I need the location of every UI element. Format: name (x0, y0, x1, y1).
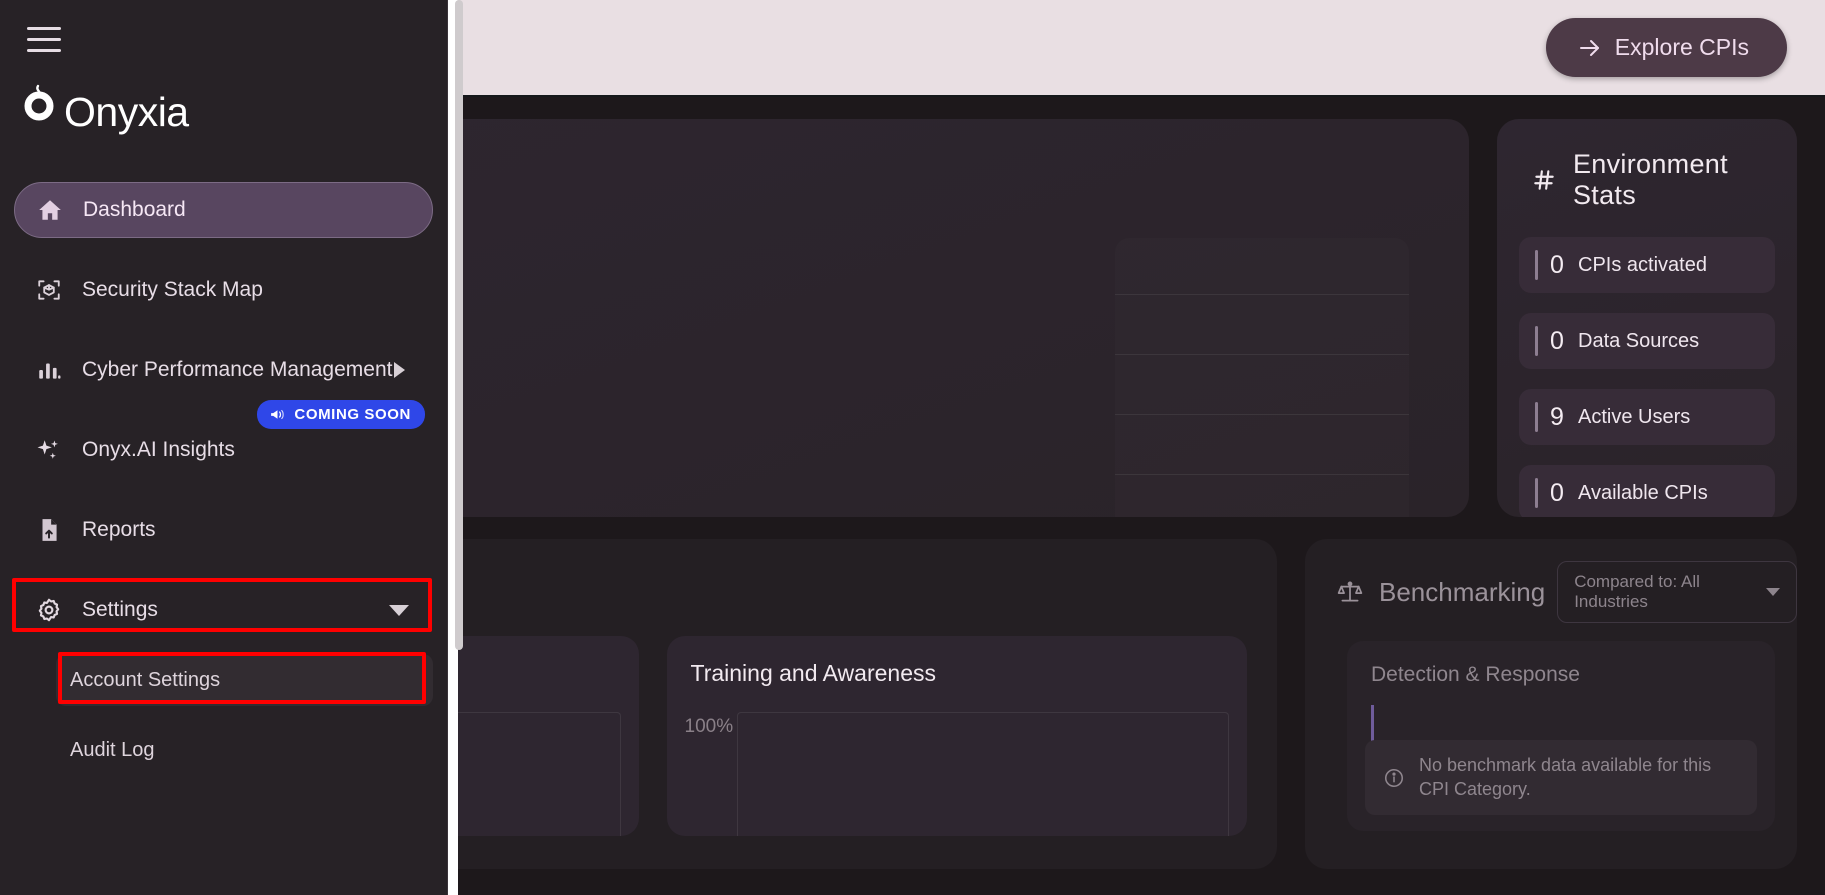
chevron-down-icon[interactable] (389, 604, 409, 616)
sidebar-item-cyber-performance-management[interactable]: Cyber Performance Management (14, 342, 433, 398)
chevron-right-icon[interactable] (394, 362, 405, 378)
hash-icon (1531, 167, 1557, 193)
trend-card: Training and Awareness 100% (666, 636, 1247, 836)
chevron-down-icon (1766, 588, 1780, 596)
sidebar-menu: Dashboard Security Stack Map Cyber Perfo… (0, 182, 447, 776)
benchmark-category-label: Detection & Response (1371, 663, 1580, 686)
benchmarking-section: Benchmarking Compared to: All Industries… (1305, 539, 1797, 869)
stat-row: 0 Available CPIs (1519, 465, 1775, 517)
explore-cpis-button[interactable]: Explore CPIs (1545, 18, 1787, 77)
brand-name: Onyxia (64, 89, 189, 135)
benchmarking-title: Benchmarking (1379, 576, 1546, 607)
stat-accent-bar (1535, 402, 1538, 432)
stat-value: 0 (1550, 250, 1564, 279)
stat-accent-bar (1535, 250, 1538, 280)
environment-stats-list: 0 CPIs activated 0 Data Sources 9 Active… (1497, 211, 1797, 517)
compared-to-select[interactable]: Compared to: All Industries (1557, 561, 1797, 623)
stat-value: 9 (1550, 402, 1564, 431)
benchmark-category-box: Detection & Response No benchmark data a… (1347, 641, 1775, 831)
stat-label: CPIs activated (1578, 253, 1707, 276)
stat-label: Active Users (1578, 405, 1691, 428)
sidebar-item-reports[interactable]: Reports (14, 502, 433, 558)
sidebar-subitem-account-settings[interactable]: Account Settings (56, 654, 433, 706)
sidebar-item-label: Settings (82, 598, 158, 621)
hamburger-menu-icon[interactable] (27, 27, 61, 53)
screen-root: a CPI Explore CPIs (0, 0, 1825, 895)
trend-axis-label: 100% (684, 716, 734, 737)
explore-cpis-label: Explore CPIs (1614, 34, 1749, 60)
sidebar-item-label: Security Stack Map (82, 278, 263, 301)
sidebar-navigation: Onyxia Dashboard Security Stack Map Cybe… (0, 0, 448, 895)
info-circle-icon (1383, 767, 1405, 789)
sidebar-scrollbar[interactable] (455, 0, 463, 650)
sidebar-item-settings[interactable]: Settings (14, 582, 433, 638)
sparkles-icon (36, 437, 62, 463)
stat-row: 9 Active Users (1519, 389, 1775, 445)
cube-scan-icon (36, 277, 62, 303)
sidebar-item-onyx-ai-insights[interactable]: Onyx.AI Insights COMING SOON (14, 400, 433, 478)
sidebar-item-label: Cyber Performance Management (82, 358, 393, 381)
no-benchmark-data-notice: No benchmark data available for this CPI… (1365, 740, 1757, 815)
stat-value: 0 (1550, 478, 1564, 507)
trend-card-title: Training and Awareness (690, 660, 937, 686)
stat-value: 0 (1550, 326, 1564, 355)
trend-plot-area (736, 712, 1229, 836)
bar-chart-icon (36, 357, 62, 383)
brand-logo: Onyxia (22, 82, 189, 136)
stat-row: 0 Data Sources (1519, 313, 1775, 369)
stat-row: 0 CPIs activated (1519, 237, 1775, 293)
megaphone-icon (269, 406, 286, 423)
compared-to-value: Compared to: All Industries (1574, 572, 1700, 611)
home-icon (37, 197, 63, 223)
brand-mark-icon (22, 82, 62, 131)
sidebar-subitem-audit-log[interactable]: Audit Log (56, 724, 433, 776)
environment-stats-title: Environment Stats (1573, 149, 1728, 210)
sidebar-item-dashboard[interactable]: Dashboard (14, 182, 433, 238)
environment-stats-card: Environment Stats 0 CPIs activated 0 Dat… (1497, 119, 1797, 517)
file-upload-icon (36, 517, 62, 543)
sidebar-item-security-stack-map[interactable]: Security Stack Map (14, 262, 433, 318)
sidebar-subitem-label: Account Settings (70, 668, 221, 691)
sidebar-item-label: Onyx.AI Insights (82, 438, 235, 461)
gear-icon (36, 597, 62, 623)
scales-icon (1337, 579, 1363, 605)
coming-soon-label: COMING SOON (294, 406, 411, 423)
legend-placeholder-panel (1115, 238, 1409, 517)
no-benchmark-data-message: No benchmark data available for this CPI… (1419, 755, 1712, 799)
stat-accent-bar (1535, 326, 1538, 356)
benchmarking-header: Benchmarking Compared to: All Industries (1305, 561, 1797, 623)
stat-accent-bar (1535, 478, 1538, 508)
sidebar-subitem-label: Audit Log (70, 738, 155, 761)
arrow-right-icon (1578, 36, 1602, 60)
environment-stats-header: Environment Stats (1497, 119, 1797, 211)
stat-label: Available CPIs (1578, 481, 1708, 504)
sidebar-item-label: Reports (82, 518, 156, 541)
stat-label: Data Sources (1578, 329, 1700, 352)
coming-soon-badge: COMING SOON (257, 400, 425, 429)
sidebar-item-label: Dashboard (83, 198, 186, 221)
